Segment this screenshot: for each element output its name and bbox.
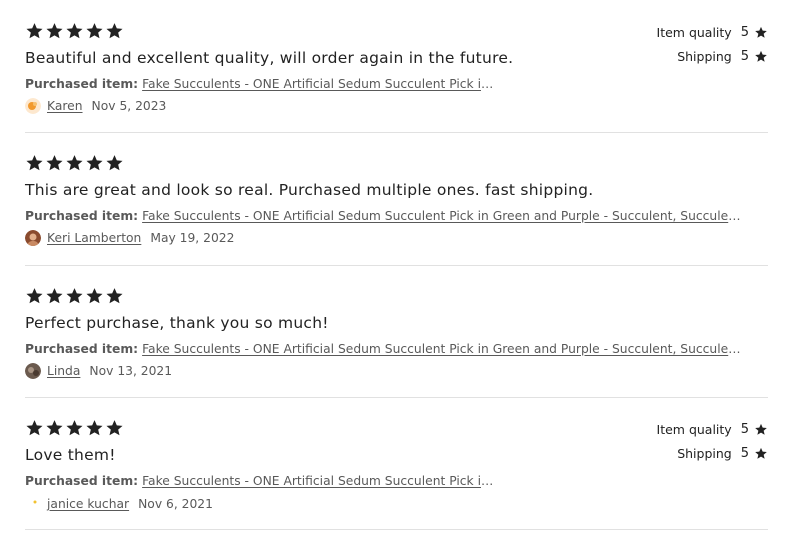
item-quality-value: 5: [740, 24, 749, 40]
review-divider: [25, 265, 768, 266]
star-icon: [26, 288, 43, 304]
purchased-item-label: Purchased item:: [25, 209, 139, 223]
star-icon: [86, 23, 103, 39]
star-icon: [106, 155, 123, 171]
star-rating: [25, 419, 124, 437]
review-text: This are great and look so real. Purchas…: [25, 181, 594, 199]
review-author-row: janice kuchar Nov 6, 2021: [25, 496, 213, 512]
review-text: Perfect purchase, thank you so much!: [25, 314, 329, 332]
item-quality-label: Item quality: [656, 421, 732, 437]
avatar: [25, 98, 41, 114]
star-icon: [66, 420, 83, 436]
star-rating: [25, 287, 124, 305]
purchased-item-link[interactable]: Fake Succulents - ONE Artificial Sedum S…: [142, 474, 496, 488]
sub-ratings: Item quality 5 Shipping 5: [657, 20, 768, 68]
purchased-item: Purchased item: Fake Succulents - ONE Art…: [25, 474, 496, 488]
purchased-item: Purchased item: Fake Succulents - ONE Art…: [25, 209, 743, 223]
avatar: [25, 496, 41, 512]
shipping-value: 5: [740, 445, 749, 461]
star-icon: [106, 288, 123, 304]
review-date: Nov 5, 2023: [91, 99, 167, 113]
star-icon: [755, 423, 767, 435]
star-icon: [26, 155, 43, 171]
review-text: Love them!: [25, 446, 116, 464]
star-icon: [66, 23, 83, 39]
star-icon: [755, 50, 767, 62]
purchased-item-label: Purchased item:: [25, 474, 139, 488]
star-icon: [86, 420, 103, 436]
review-author-link[interactable]: Karen: [47, 99, 83, 113]
shipping-value: 5: [740, 48, 749, 64]
review-divider: [25, 132, 768, 133]
star-icon: [46, 23, 63, 39]
review-author-link[interactable]: Linda: [47, 364, 80, 378]
star-icon: [86, 288, 103, 304]
review-author-link[interactable]: Keri Lamberton: [47, 231, 141, 245]
star-icon: [26, 23, 43, 39]
item-quality-value: 5: [740, 421, 749, 437]
star-icon: [106, 23, 123, 39]
star-icon: [755, 447, 767, 459]
avatar: [25, 363, 41, 379]
shipping-label: Shipping: [677, 445, 732, 461]
review-text: Beautiful and excellent quality, will or…: [25, 49, 514, 67]
item-quality-rating: Item quality 5: [657, 417, 768, 441]
review-author-row: Linda Nov 13, 2021: [25, 363, 172, 379]
purchased-item-link[interactable]: Fake Succulents - ONE Artificial Sedum S…: [142, 77, 496, 91]
purchased-item: Purchased item: Fake Succulents - ONE Art…: [25, 342, 743, 356]
review-divider: [25, 529, 768, 530]
review-author-row: Keri Lamberton May 19, 2022: [25, 230, 234, 246]
star-rating: [25, 22, 124, 40]
star-rating: [25, 154, 124, 172]
purchased-item-label: Purchased item:: [25, 342, 139, 356]
review-date: Nov 13, 2021: [89, 364, 173, 378]
review-date: Nov 6, 2021: [138, 497, 213, 511]
star-icon: [106, 420, 123, 436]
purchased-item-link[interactable]: Fake Succulents - ONE Artificial Sedum S…: [142, 209, 743, 223]
shipping-rating: Shipping 5: [657, 441, 768, 465]
star-icon: [66, 155, 83, 171]
item-quality-label: Item quality: [656, 24, 732, 40]
star-icon: [86, 155, 103, 171]
star-icon: [46, 420, 63, 436]
item-quality-rating: Item quality 5: [657, 20, 768, 44]
star-icon: [755, 26, 767, 38]
sub-ratings: Item quality 5 Shipping 5: [657, 417, 768, 465]
purchased-item-label: Purchased item:: [25, 77, 139, 91]
star-icon: [26, 420, 43, 436]
review-divider: [25, 397, 768, 398]
shipping-label: Shipping: [677, 48, 732, 64]
star-icon: [66, 288, 83, 304]
review-date: May 19, 2022: [150, 231, 235, 245]
avatar: [25, 230, 41, 246]
star-icon: [46, 155, 63, 171]
star-icon: [46, 288, 63, 304]
shipping-rating: Shipping 5: [657, 44, 768, 68]
review-author-row: Karen Nov 5, 2023: [25, 98, 166, 114]
purchased-item: Purchased item: Fake Succulents - ONE Art…: [25, 77, 496, 91]
purchased-item-link[interactable]: Fake Succulents - ONE Artificial Sedum S…: [142, 342, 743, 356]
review-author-link[interactable]: janice kuchar: [47, 497, 129, 511]
